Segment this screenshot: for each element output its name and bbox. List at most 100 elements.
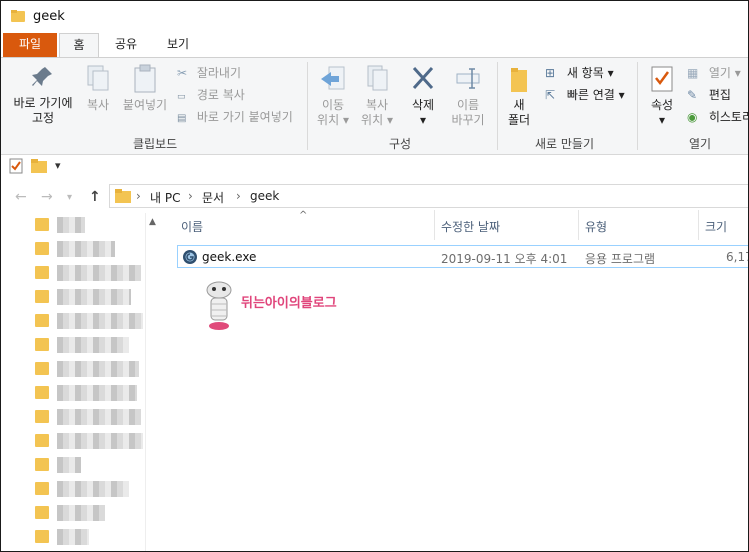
back-arrow-icon[interactable]: ← bbox=[15, 189, 27, 205]
new-folder-label-line2: 폴더 bbox=[507, 113, 531, 127]
ribbon: 바로 가기에 고정 복사 붙여넣기 ✂ 잘라내기 ▭ 경로 복사 ▤ 바로 가기… bbox=[1, 57, 748, 155]
move-to-button[interactable]: 이동 위치 ▾ bbox=[313, 64, 353, 128]
blurred-label bbox=[57, 289, 131, 305]
new-item-icon: ⊞ bbox=[545, 66, 556, 80]
rename-label-line1: 이름 bbox=[456, 98, 480, 112]
paste-button[interactable]: 붙여넣기 bbox=[119, 64, 171, 113]
folder-icon bbox=[35, 506, 49, 519]
nav-pane-scrollbar[interactable]: ▲ bbox=[145, 213, 159, 551]
title-bar[interactable]: geek bbox=[1, 1, 748, 33]
properties-button[interactable]: 속성 ▾ bbox=[643, 64, 681, 128]
new-folder-icon bbox=[511, 68, 527, 92]
blurred-label bbox=[57, 361, 139, 377]
quick-access-toolbar: ▾ bbox=[1, 156, 748, 178]
up-arrow-icon[interactable]: ↑ bbox=[89, 189, 101, 205]
customize-qat-icon[interactable]: ▾ bbox=[55, 159, 61, 172]
breadcrumb-separator-icon[interactable]: › bbox=[136, 189, 141, 203]
tab-file[interactable]: 파일 bbox=[3, 33, 57, 57]
blurred-label bbox=[57, 265, 141, 281]
new-item-button[interactable]: ⊞ 새 항목 ▾ bbox=[545, 65, 614, 81]
folder-icon bbox=[35, 242, 49, 255]
delete-x-icon bbox=[412, 66, 434, 90]
ribbon-tabs: 파일 홈 공유 보기 bbox=[1, 33, 748, 58]
copy-to-button[interactable]: 복사 위치 ▾ bbox=[357, 64, 397, 128]
address-bar[interactable]: › 내 PC › 문서 › geek bbox=[109, 184, 748, 208]
clipboard-icon bbox=[134, 64, 156, 93]
delete-button[interactable]: 삭제 ▾ bbox=[403, 64, 443, 128]
paste-shortcut-label: 바로 가기 붙여넣기 bbox=[196, 110, 293, 124]
folder-icon bbox=[35, 266, 49, 279]
history-button[interactable]: ◉ 히스토리 bbox=[687, 109, 748, 125]
rename-button[interactable]: 이름 바꾸기 bbox=[447, 64, 489, 128]
tab-view[interactable]: 보기 bbox=[153, 33, 203, 57]
column-divider[interactable] bbox=[434, 210, 435, 240]
column-header-type[interactable]: 유형 bbox=[585, 218, 607, 235]
watermark-text: 뒤는아이의블로그 bbox=[241, 296, 337, 311]
rename-icon bbox=[456, 68, 480, 89]
folder-icon[interactable] bbox=[31, 159, 47, 173]
edit-label: 편집 bbox=[708, 88, 731, 102]
column-header-modified[interactable]: 수정한 날짜 bbox=[441, 218, 500, 235]
copy-button[interactable]: 복사 bbox=[81, 64, 115, 113]
properties-checkmark-icon[interactable] bbox=[9, 158, 23, 174]
properties-dropdown-arrow[interactable]: ▾ bbox=[643, 113, 681, 128]
tab-home[interactable]: 홈 bbox=[59, 33, 99, 58]
cut-button[interactable]: ✂ 잘라내기 bbox=[177, 65, 241, 81]
folder-icon bbox=[35, 434, 49, 447]
sort-ascending-icon: ^ bbox=[299, 210, 308, 221]
group-label-new: 새로 만들기 bbox=[535, 137, 595, 151]
new-folder-button[interactable]: 새 폴더 bbox=[503, 64, 535, 128]
scissors-icon: ✂ bbox=[177, 66, 188, 80]
folder-icon bbox=[35, 386, 49, 399]
blurred-label bbox=[57, 433, 143, 449]
breadcrumb-documents[interactable]: 문서 bbox=[202, 189, 224, 206]
recent-locations-chevron-icon[interactable]: ▾ bbox=[67, 192, 72, 203]
column-header-name[interactable]: 이름 bbox=[181, 218, 203, 235]
blurred-label bbox=[57, 529, 89, 545]
group-label-open: 열기 bbox=[689, 137, 712, 151]
ribbon-separator bbox=[307, 62, 308, 150]
edit-button[interactable]: ✎ 편집 bbox=[687, 87, 731, 103]
copy-path-button[interactable]: ▭ 경로 복사 bbox=[177, 87, 245, 105]
tab-share[interactable]: 공유 bbox=[101, 33, 151, 57]
delete-label: 삭제 bbox=[411, 98, 435, 112]
move-to-label-line1: 이동 bbox=[321, 98, 345, 112]
folder-icon bbox=[35, 314, 49, 327]
blurred-label bbox=[57, 409, 141, 425]
delete-dropdown-arrow[interactable]: ▾ bbox=[403, 113, 443, 128]
forward-arrow-icon[interactable]: → bbox=[41, 189, 53, 205]
breadcrumb-separator-icon[interactable]: › bbox=[236, 189, 241, 203]
file-size: 6,17 bbox=[726, 250, 748, 264]
new-item-label: 새 항목 bbox=[566, 66, 604, 80]
breadcrumb-separator-icon[interactable]: › bbox=[188, 189, 193, 203]
scroll-up-arrow-icon[interactable]: ▲ bbox=[149, 217, 156, 227]
path-icon: ▭ bbox=[177, 92, 186, 102]
blurred-label bbox=[57, 217, 85, 233]
blurred-label bbox=[57, 385, 137, 401]
folder-icon bbox=[11, 10, 25, 22]
paste-shortcut-icon: ▤ bbox=[177, 113, 187, 124]
file-name[interactable]: geek.exe bbox=[202, 250, 256, 264]
paste-label: 붙여넣기 bbox=[122, 98, 168, 112]
file-type: 응용 프로그램 bbox=[585, 252, 656, 266]
copy-to-label-line2: 위치 ▾ bbox=[361, 113, 393, 127]
breadcrumb-geek[interactable]: geek bbox=[250, 189, 279, 203]
group-label-organize: 구성 bbox=[389, 137, 412, 151]
group-label-clipboard: 클립보드 bbox=[133, 137, 178, 151]
breadcrumb-this-pc[interactable]: 내 PC bbox=[150, 189, 180, 206]
navigation-pane bbox=[1, 213, 161, 551]
copy-to-label-line1: 복사 bbox=[365, 98, 389, 112]
paste-shortcut-button[interactable]: ▤ 바로 가기 붙여넣기 bbox=[177, 109, 293, 127]
copy-to-icon bbox=[367, 65, 388, 91]
column-header-size[interactable]: 크기 bbox=[705, 218, 727, 235]
file-row[interactable]: geek.exe 2019-09-11 오후 4:01 응용 프로그램 6,17 bbox=[177, 245, 748, 268]
pin-icon bbox=[32, 67, 52, 86]
column-divider[interactable] bbox=[698, 210, 699, 240]
column-divider[interactable] bbox=[578, 210, 579, 240]
navigation-bar: ← → ▾ ↑ › 내 PC › 문서 › geek bbox=[1, 184, 748, 210]
pin-to-quick-access-button[interactable]: 바로 가기에 고정 bbox=[7, 64, 79, 126]
blurred-label bbox=[57, 241, 115, 257]
easy-access-button[interactable]: ⇱ 빠른 연결 ▾ bbox=[545, 87, 625, 103]
open-button[interactable]: ▦ 열기 ▾ bbox=[687, 65, 741, 81]
watermark: 뒤는아이의블로그 bbox=[201, 280, 381, 340]
